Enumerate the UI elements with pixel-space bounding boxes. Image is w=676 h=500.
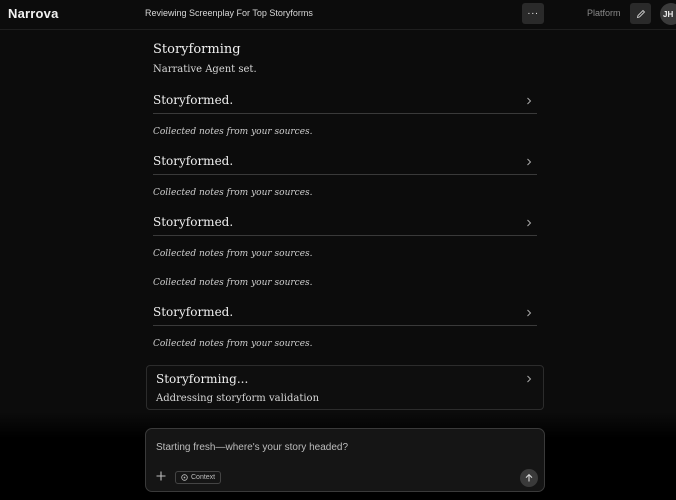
- active-step-subtitle: Addressing storyform validation: [156, 393, 320, 404]
- more-options-button[interactable]: ···: [522, 3, 544, 24]
- document-title[interactable]: Reviewing Screenplay For Top Storyforms: [145, 8, 313, 18]
- more-icon: ···: [527, 8, 539, 19]
- top-bar: Narrova Reviewing Screenplay For Top Sto…: [0, 0, 676, 30]
- step-row[interactable]: Storyformed.: [153, 212, 537, 236]
- step-label: Storyformed.: [153, 215, 234, 229]
- chevron-right-icon: [527, 97, 532, 105]
- step-note: Collected notes from your sources.: [153, 127, 313, 137]
- active-step-card[interactable]: Storyforming... Addressing storyform val…: [146, 365, 544, 410]
- step-note: Collected notes from your sources.: [153, 249, 313, 259]
- plus-icon[interactable]: [155, 470, 167, 482]
- message-composer: Context: [145, 428, 545, 492]
- chevron-right-icon: [527, 309, 532, 317]
- step-note: Collected notes from your sources.: [153, 188, 313, 198]
- step-note: Collected notes from your sources.: [153, 278, 313, 288]
- send-button[interactable]: [520, 469, 538, 487]
- step-label: Storyformed.: [153, 93, 234, 107]
- chevron-right-icon: [527, 158, 532, 166]
- user-avatar[interactable]: JH: [660, 3, 676, 25]
- step-row[interactable]: Storyformed.: [153, 151, 537, 175]
- chevron-right-icon: [527, 375, 532, 383]
- pencil-icon: [636, 9, 645, 18]
- step-row[interactable]: Storyformed.: [153, 90, 537, 114]
- context-button[interactable]: Context: [175, 471, 222, 484]
- step-label: Storyformed.: [153, 305, 234, 319]
- progress-title: Storyforming: [153, 42, 241, 57]
- edit-button[interactable]: [630, 3, 651, 24]
- brand-logo[interactable]: Narrova: [8, 6, 59, 21]
- active-step-title: Storyforming...: [156, 372, 249, 386]
- arrow-up-icon: [525, 473, 533, 482]
- chevron-right-icon: [527, 219, 532, 227]
- context-label: Context: [191, 474, 216, 481]
- progress-subtitle: Narrative Agent set.: [153, 64, 257, 75]
- context-icon: [181, 474, 188, 481]
- platform-link[interactable]: Platform: [587, 8, 621, 18]
- step-label: Storyformed.: [153, 154, 234, 168]
- step-row[interactable]: Storyformed.: [153, 302, 537, 326]
- message-input[interactable]: [156, 442, 526, 453]
- step-note: Collected notes from your sources.: [153, 339, 313, 349]
